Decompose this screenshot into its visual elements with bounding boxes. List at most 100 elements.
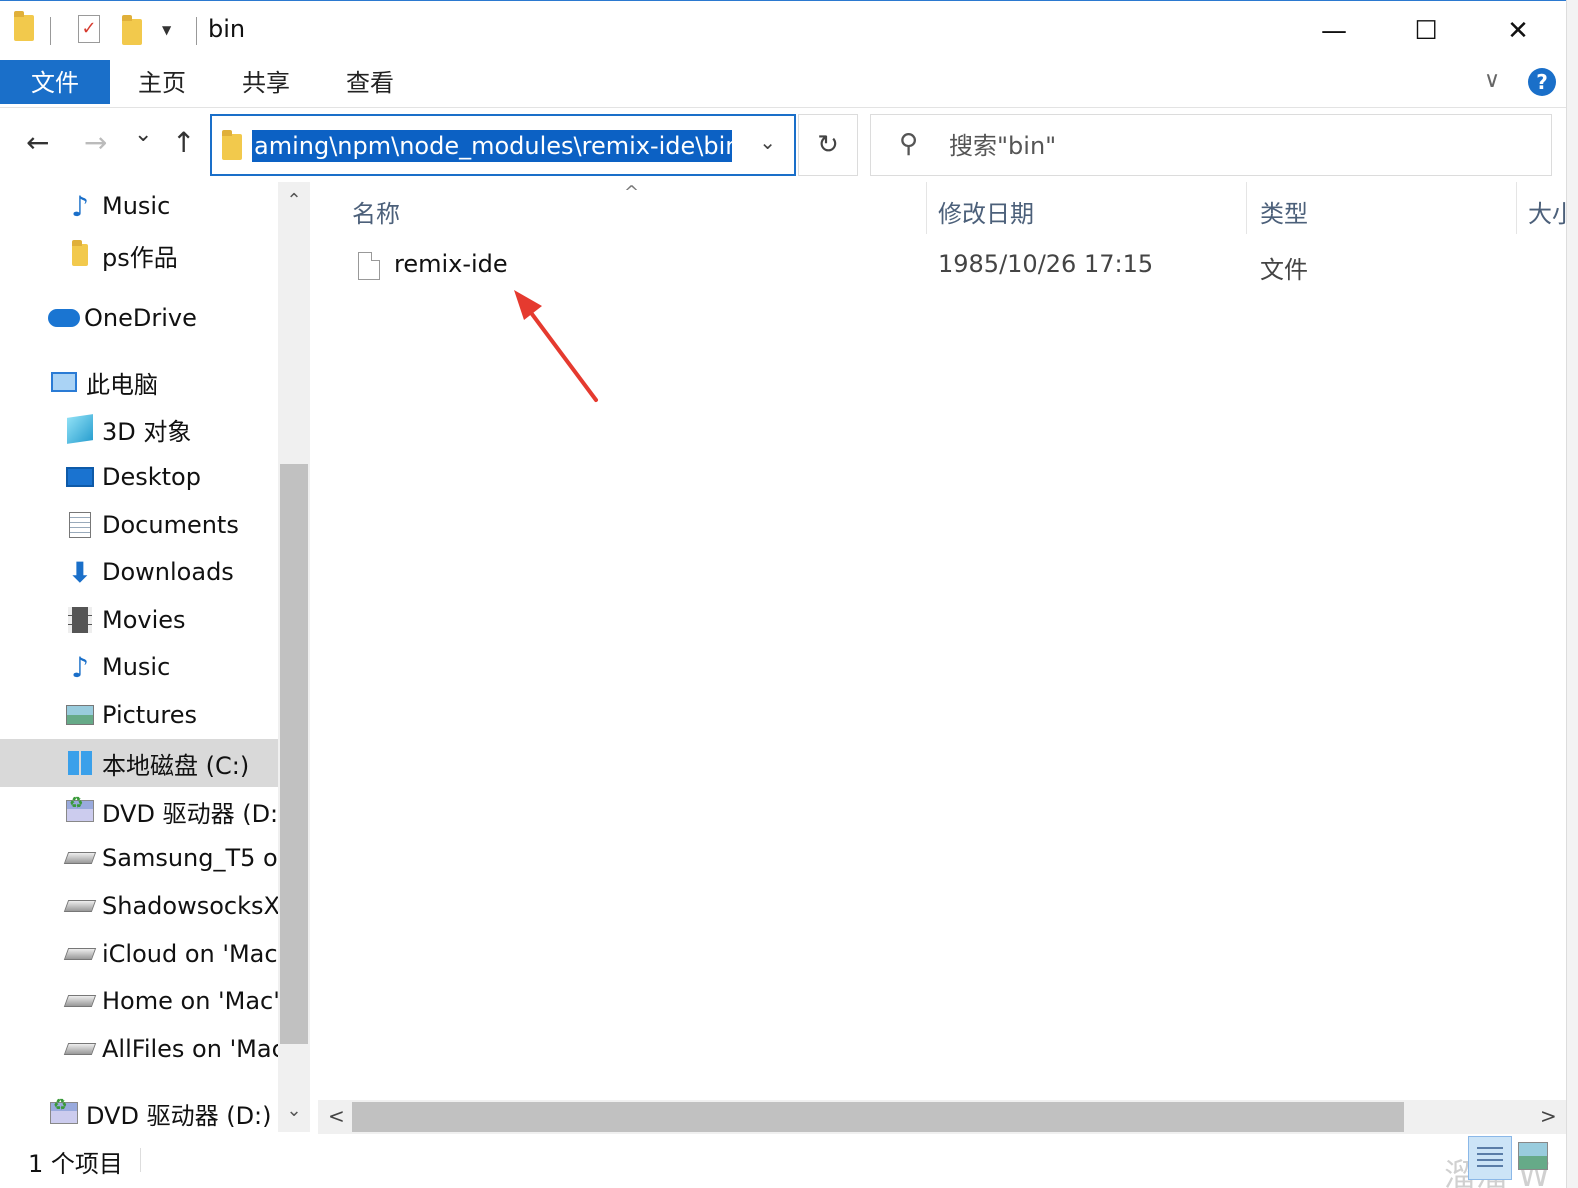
column-divider[interactable] (1516, 182, 1517, 234)
title-bar: ✓ ▼ bin — ☐ ✕ (0, 0, 1578, 60)
network-drive-icon (63, 987, 97, 1015)
column-header-name[interactable]: 名称 (352, 194, 400, 229)
sidebar-item-dvd-drive-root[interactable]: DVD 驱动器 (D:) C (0, 1089, 278, 1132)
sidebar-item-label: Music (102, 653, 171, 681)
sidebar-item-movies[interactable]: Movies (0, 596, 278, 644)
tab-view[interactable]: 查看 (326, 60, 414, 104)
toolbar-divider (50, 17, 51, 45)
pictures-icon (66, 701, 94, 729)
up-button[interactable]: ↑ (172, 126, 195, 159)
window-title: bin (208, 15, 246, 43)
sidebar-item-shadowsocksx[interactable]: ShadowsocksX- (0, 882, 278, 930)
sidebar-item-home[interactable]: Home on 'Mac' (0, 977, 278, 1025)
customize-quick-access-dropdown[interactable]: ▼ (162, 23, 171, 37)
sidebar-item-allfiles[interactable]: AllFiles on 'Mac (0, 1025, 278, 1073)
sidebar-item-music[interactable]: ♪ Music (0, 643, 278, 691)
scroll-up-icon[interactable]: ⌃ (278, 190, 310, 211)
details-view-button[interactable] (1468, 1136, 1512, 1180)
sidebar-item-pictures[interactable]: Pictures (0, 691, 278, 739)
scroll-left-icon[interactable]: < (328, 1104, 345, 1128)
sidebar-item-label: Home on 'Mac' (102, 987, 278, 1015)
sidebar-item-label: OneDrive (84, 304, 197, 332)
sidebar-item-label: 本地磁盘 (C:) (102, 751, 250, 780)
status-divider (140, 1148, 141, 1172)
search-box[interactable]: ⚲ (870, 114, 1552, 176)
sidebar-item-label: ps作品 (102, 243, 178, 272)
properties-icon[interactable]: ✓ (78, 15, 100, 43)
column-divider[interactable] (1246, 182, 1247, 234)
minimize-button[interactable]: — (1288, 1, 1380, 61)
refresh-button[interactable]: ↻ (798, 114, 858, 176)
new-folder-icon[interactable] (122, 15, 142, 45)
back-button[interactable]: ← (26, 126, 49, 159)
sidebar-scrollbar[interactable]: ⌃ ⌄ (278, 182, 310, 1132)
tab-share[interactable]: 共享 (222, 60, 310, 104)
maximize-button[interactable]: ☐ (1380, 1, 1472, 61)
recent-locations-dropdown[interactable]: ⌄ (134, 122, 152, 147)
sidebar-item-onedrive[interactable]: OneDrive (0, 294, 278, 342)
column-header-size[interactable]: 大小 (1528, 194, 1566, 229)
close-button[interactable]: ✕ (1472, 1, 1564, 61)
sidebar-item-desktop[interactable]: Desktop (0, 453, 278, 501)
network-drive-icon (63, 844, 97, 872)
tab-home[interactable]: 主页 (118, 60, 206, 104)
dvd-drive-icon (66, 793, 94, 825)
help-button[interactable]: ? (1528, 68, 1556, 96)
address-bar[interactable]: aming\npm\node_modules\remix-ide\bin ⌄ (210, 114, 796, 176)
toolbar-divider (196, 17, 197, 45)
horizontal-scrollbar[interactable]: < > (318, 1100, 1566, 1134)
local-disk-icon (66, 749, 94, 777)
tab-file[interactable]: 文件 (0, 60, 110, 104)
column-divider[interactable] (926, 182, 927, 234)
scroll-right-icon[interactable]: > (1540, 1104, 1557, 1128)
network-drive-icon (63, 892, 97, 920)
navigation-bar: ← → ⌄ ↑ aming\npm\node_modules\remix-ide… (0, 110, 1578, 180)
scrollbar-thumb[interactable] (352, 1102, 1404, 1132)
folder-icon (14, 11, 34, 41)
sidebar-item-label: 3D 对象 (102, 417, 192, 446)
column-header-type[interactable]: 类型 (1260, 194, 1308, 229)
sidebar-item-icloud[interactable]: iCloud on 'Mac' (0, 930, 278, 978)
large-icons-view-button[interactable] (1518, 1142, 1548, 1170)
sidebar-item-label: Pictures (102, 701, 198, 729)
expand-ribbon-chevron-icon[interactable]: ∨ (1484, 68, 1500, 93)
sidebar-item-label: Movies (102, 606, 186, 634)
sidebar-item-music[interactable]: ♪ Music (0, 182, 278, 230)
navigation-pane: ♪ Music ps作品 OneDrive 此电脑 3D 对象 Desktop … (0, 182, 310, 1132)
column-header-date-modified[interactable]: 修改日期 (938, 194, 1034, 229)
file-name[interactable]: remix-ide (394, 250, 508, 278)
music-icon: ♪ (71, 189, 89, 223)
sidebar-item-downloads[interactable]: ⬇ Downloads (0, 548, 278, 596)
sidebar-item-dvd-drive[interactable]: DVD 驱动器 (D:) (0, 787, 278, 835)
sidebar-item-local-disk-c[interactable]: 本地磁盘 (C:) (0, 739, 278, 787)
sidebar-item-samsung-t5[interactable]: Samsung_T5 on (0, 834, 278, 882)
address-dropdown-chevron-icon[interactable]: ⌄ (759, 130, 776, 154)
sidebar-item-label: ShadowsocksX- (102, 892, 278, 920)
sidebar-item-label: Music (102, 192, 171, 220)
documents-icon (66, 511, 94, 539)
sidebar-item-label: Desktop (102, 463, 201, 491)
ribbon-tabs: 文件 主页 共享 查看 ∨ ? (0, 60, 1578, 108)
forward-button[interactable]: → (84, 126, 107, 159)
scrollbar-thumb[interactable] (280, 464, 308, 1044)
sidebar-item-label: AllFiles on 'Mac (102, 1035, 278, 1063)
folder-icon (66, 240, 94, 269)
downloads-icon: ⬇ (68, 555, 92, 589)
status-bar: 1 个项目 溜溜 W (0, 1136, 1566, 1188)
scroll-down-icon[interactable]: ⌄ (278, 1100, 310, 1121)
search-input[interactable] (949, 129, 1529, 163)
search-icon: ⚲ (899, 129, 919, 159)
sidebar-item-this-pc[interactable]: 此电脑 (0, 358, 278, 406)
sidebar-item-label: Samsung_T5 on (102, 844, 278, 872)
file-date-modified: 1985/10/26 17:15 (938, 250, 1154, 278)
sidebar-item-label: DVD 驱动器 (D:) C (86, 1101, 278, 1130)
address-path[interactable]: aming\npm\node_modules\remix-ide\bin (252, 130, 732, 162)
file-icon (358, 252, 380, 280)
music-icon: ♪ (71, 650, 89, 684)
annotation-arrow-icon (514, 290, 598, 402)
sidebar-item-documents[interactable]: Documents (0, 501, 278, 549)
file-type: 文件 (1260, 256, 1308, 284)
desktop-icon (66, 463, 94, 491)
sidebar-item-ps-works[interactable]: ps作品 (0, 231, 278, 279)
sidebar-item-3d-objects[interactable]: 3D 对象 (0, 405, 278, 453)
